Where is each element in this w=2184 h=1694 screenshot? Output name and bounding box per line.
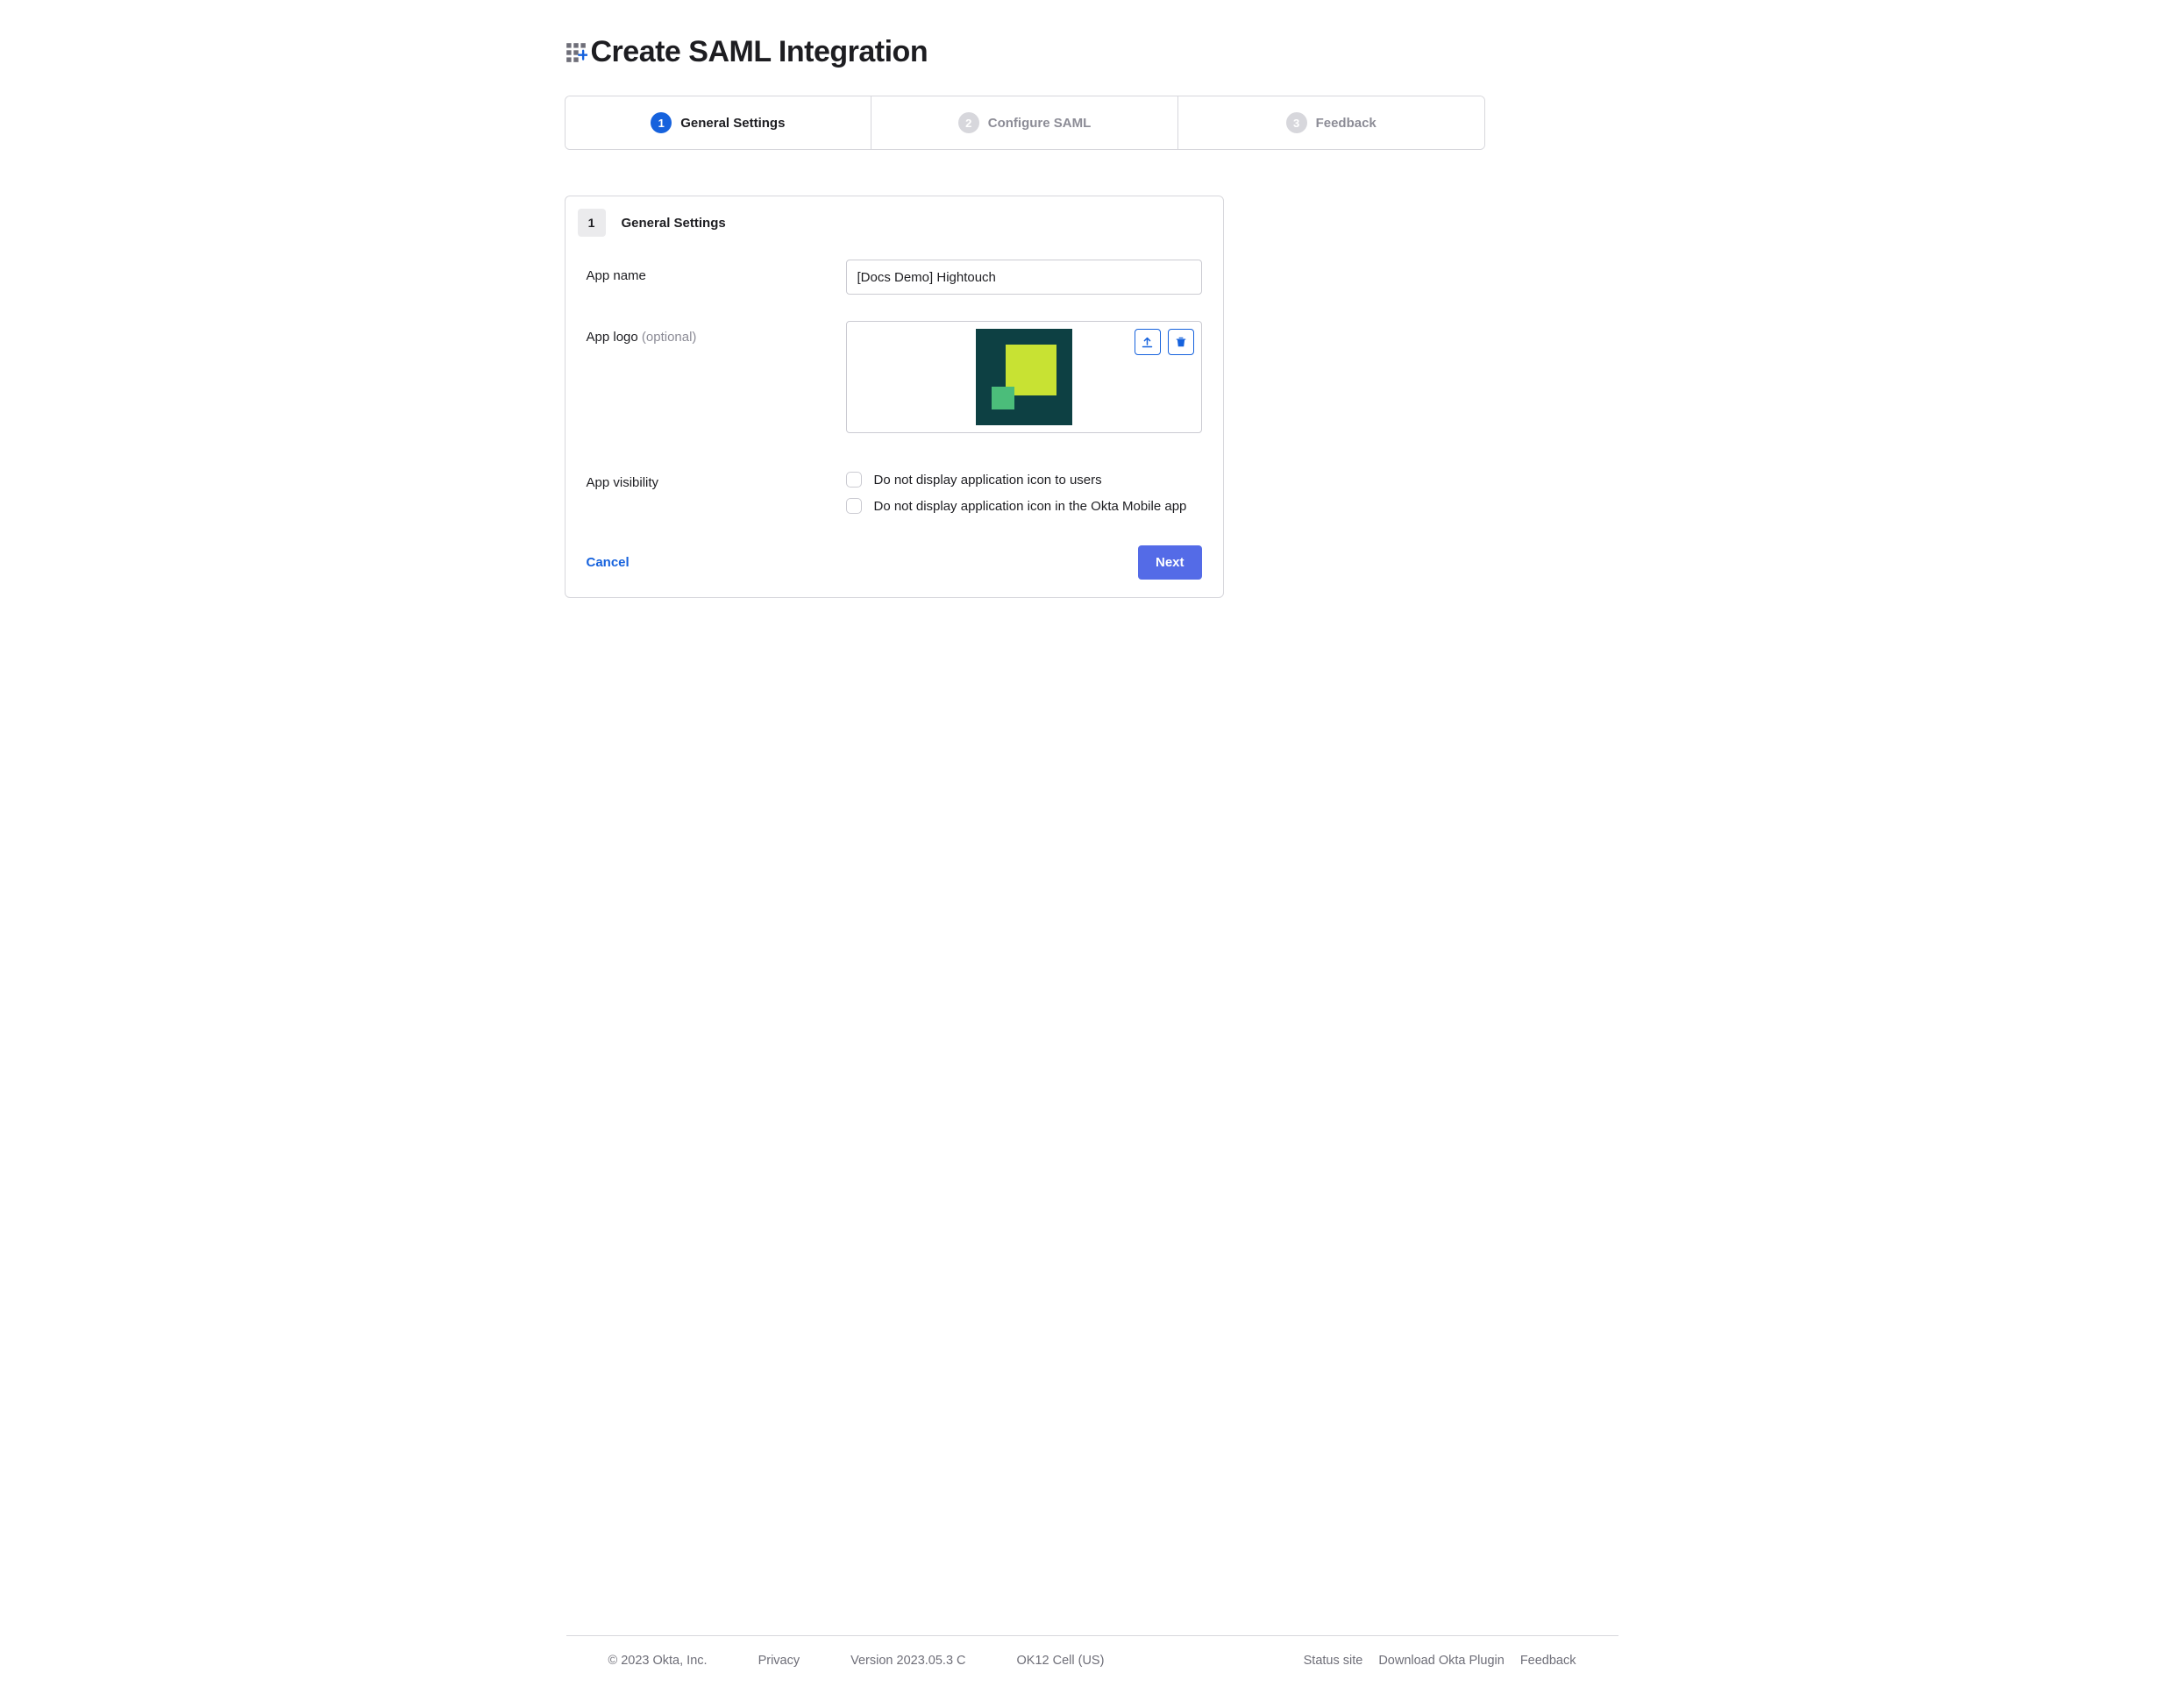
app-logo-upload-box [846,321,1202,433]
cancel-button[interactable]: Cancel [587,555,630,570]
step-badge: 2 [958,112,979,133]
footer-download-link[interactable]: Download Okta Plugin [1378,1654,1504,1668]
hide-from-users-checkbox[interactable] [846,472,862,488]
upload-icon [1141,336,1154,349]
next-button[interactable]: Next [1138,545,1202,580]
upload-logo-button[interactable] [1135,329,1161,355]
step-label: Configure SAML [988,116,1092,131]
step-badge: 1 [651,112,672,133]
delete-logo-button[interactable] [1168,329,1194,355]
panel-step-number: 1 [578,209,606,237]
hide-from-mobile-checkbox[interactable] [846,498,862,514]
footer-status-link[interactable]: Status site [1304,1654,1363,1668]
step-badge: 3 [1286,112,1307,133]
app-visibility-label: App visibility [587,466,846,490]
app-grid-plus-icon [565,41,587,64]
wizard-tab-general-settings[interactable]: 1 General Settings [566,96,872,149]
logo-preview-image [976,329,1072,425]
step-label: General Settings [680,116,785,131]
footer-feedback-link[interactable]: Feedback [1520,1654,1576,1668]
footer-cell: OK12 Cell (US) [1017,1654,1105,1668]
footer-version: Version 2023.05.3 C [850,1654,965,1668]
step-label: Feedback [1316,116,1377,131]
app-name-label: App name [587,260,846,283]
hide-from-users-label: Do not display application icon to users [874,473,1102,488]
app-name-input[interactable] [846,260,1202,295]
footer: © 2023 Okta, Inc. Privacy Version 2023.0… [566,1635,1618,1694]
footer-copyright: © 2023 Okta, Inc. [608,1654,708,1668]
hide-from-mobile-label: Do not display application icon in the O… [874,499,1187,514]
footer-privacy-link[interactable]: Privacy [758,1654,800,1668]
app-logo-optional: (optional) [642,330,697,345]
wizard-tabs: 1 General Settings 2 Configure SAML 3 Fe… [565,96,1485,150]
wizard-tab-feedback[interactable]: 3 Feedback [1178,96,1484,149]
trash-icon [1175,336,1187,348]
panel-title: General Settings [622,216,726,231]
app-logo-label: App logo [587,330,642,345]
page-title: Create SAML Integration [591,35,928,69]
wizard-tab-configure-saml[interactable]: 2 Configure SAML [871,96,1178,149]
settings-panel: 1 General Settings App name App logo (op… [565,196,1224,598]
